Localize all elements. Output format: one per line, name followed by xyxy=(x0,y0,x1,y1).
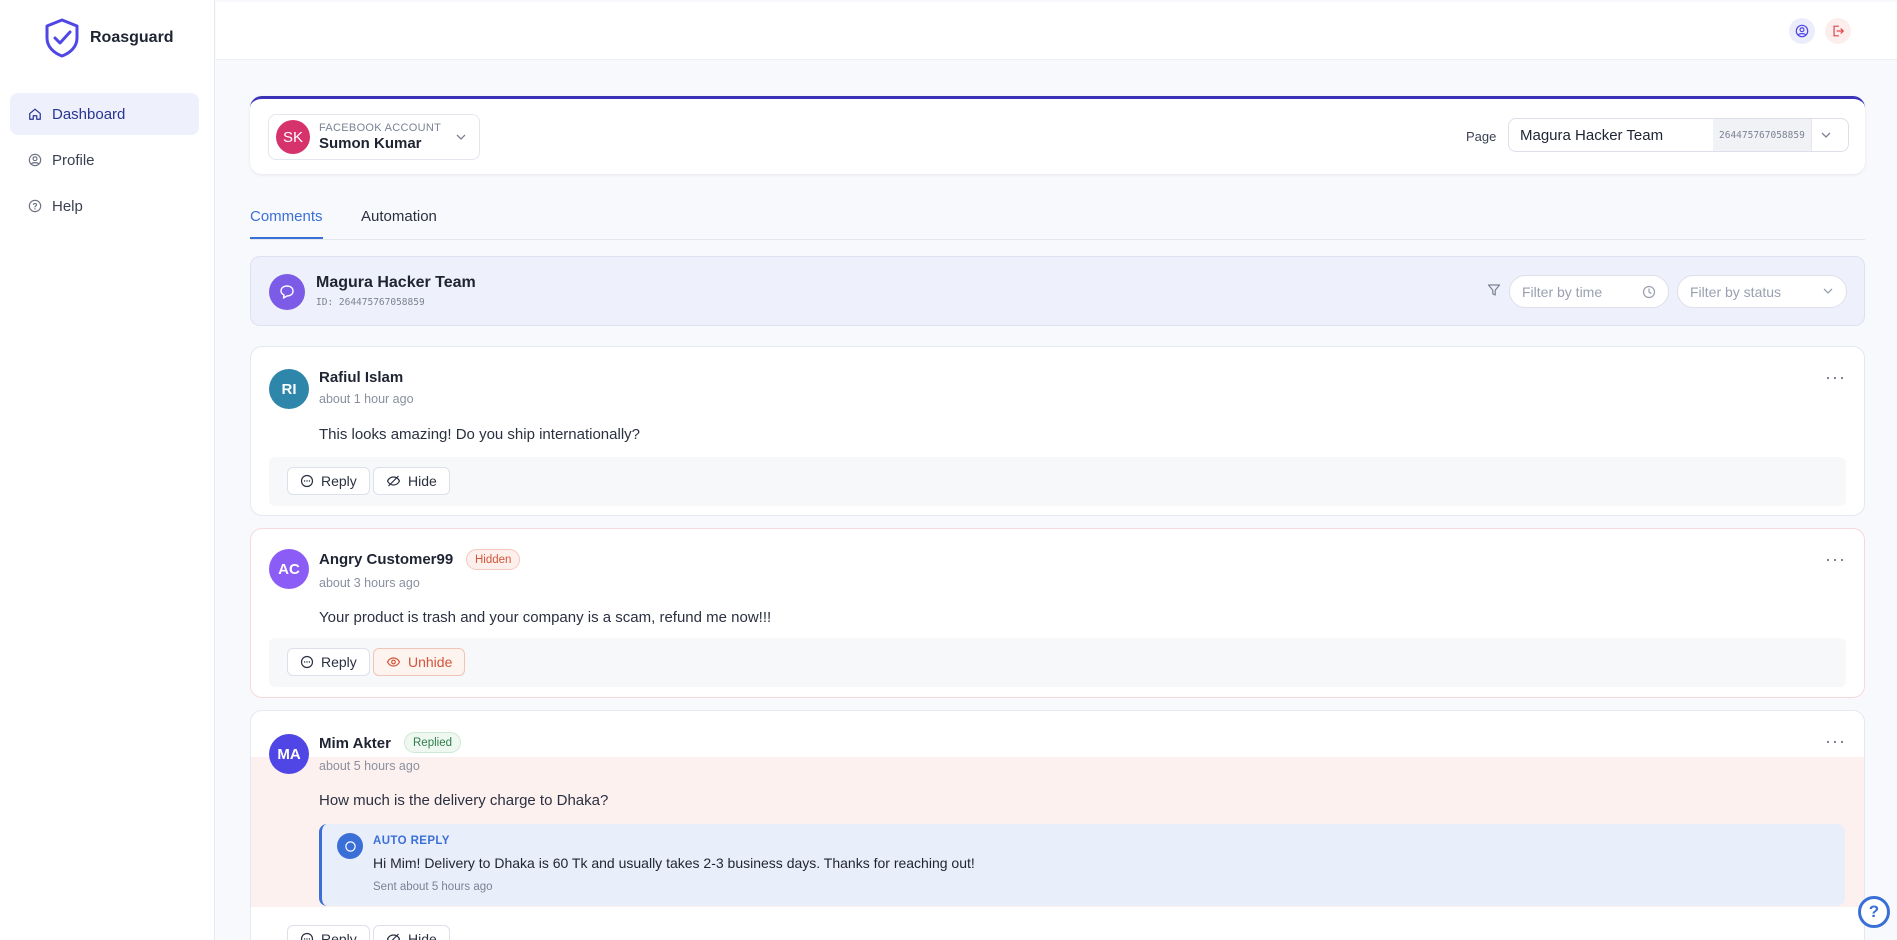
eye-icon xyxy=(386,657,401,667)
page-select-id: 264475767058859 xyxy=(1713,119,1811,151)
comment-card: AC Angry Customer99 Hidden about 3 hours… xyxy=(250,528,1865,698)
tab-comments[interactable]: Comments xyxy=(250,208,323,239)
hide-button-label: Hide xyxy=(408,931,437,940)
sidebar-item-profile[interactable]: Profile xyxy=(10,139,199,181)
auto-reply-text: Hi Mim! Delivery to Dhaka is 60 Tk and u… xyxy=(373,855,975,871)
filter-icon xyxy=(1487,284,1501,296)
user-circle-icon xyxy=(28,153,42,167)
auto-reply-icon xyxy=(337,833,363,859)
sidebar: Roasguard Dashboard Profile Help xyxy=(0,0,215,940)
page-select-chevron xyxy=(1810,119,1841,151)
comment-card: MA Mim Akter Replied about 5 hours ago ·… xyxy=(250,710,1865,940)
message-circle-icon xyxy=(300,932,314,940)
status-badge: Replied xyxy=(404,732,461,753)
reply-button-label: Reply xyxy=(321,654,357,670)
chevron-down-icon xyxy=(1823,288,1833,294)
sidebar-item-dashboard[interactable]: Dashboard xyxy=(10,93,199,135)
page-avatar xyxy=(269,274,305,310)
sidebar-item-help[interactable]: Help xyxy=(10,185,199,227)
sidebar-item-label: Dashboard xyxy=(52,105,126,123)
user-account-button[interactable] xyxy=(1789,18,1815,44)
page-header-id: ID: 264475767058859 xyxy=(316,297,425,308)
logout-icon xyxy=(1833,25,1844,37)
shield-check-icon xyxy=(45,18,79,58)
comment-actions: Reply Unhide xyxy=(269,638,1846,687)
message-circle-icon xyxy=(300,655,314,669)
comment-time: about 5 hours ago xyxy=(319,759,420,773)
chat-bubble-icon xyxy=(344,840,356,852)
filter-by-status-placeholder: Filter by status xyxy=(1690,283,1782,300)
brand[interactable]: Roasguard xyxy=(44,18,174,58)
message-circle-icon xyxy=(300,474,314,488)
tabs: Comments Automation xyxy=(250,203,1865,240)
eye-off-icon xyxy=(386,475,401,487)
chevron-down-icon xyxy=(456,134,466,140)
sidebar-item-label: Help xyxy=(52,197,83,215)
page-select[interactable]: Magura Hacker Team 264475767058859 xyxy=(1508,118,1849,152)
more-options-button[interactable]: ··· xyxy=(1825,367,1846,388)
hide-button[interactable]: Hide xyxy=(373,467,450,495)
facebook-account-select[interactable]: SK FACEBOOK ACCOUNT Sumon Kumar xyxy=(268,114,480,160)
help-circle-icon xyxy=(28,199,42,213)
unhide-button[interactable]: Unhide xyxy=(373,648,466,676)
comment-author[interactable]: Mim Akter xyxy=(319,735,391,752)
page-label: Page xyxy=(1466,129,1497,144)
account-name: Sumon Kumar xyxy=(319,135,422,152)
unhide-button-label: Unhide xyxy=(408,654,453,670)
comment-author[interactable]: Angry Customer99 xyxy=(319,551,453,568)
comment-time: about 3 hours ago xyxy=(319,576,420,590)
reply-button-label: Reply xyxy=(321,931,357,940)
comment-text: This looks amazing! Do you ship internat… xyxy=(319,426,640,443)
more-options-button[interactable]: ··· xyxy=(1825,731,1846,752)
page-header-name: Magura Hacker Team xyxy=(316,274,476,291)
auto-reply-label: AUTO REPLY xyxy=(373,835,450,847)
home-icon xyxy=(29,108,41,120)
user-circle-icon xyxy=(1795,24,1809,38)
reply-button[interactable]: Reply xyxy=(287,467,370,495)
account-label: FACEBOOK ACCOUNT xyxy=(319,122,442,134)
logout-button[interactable] xyxy=(1825,18,1851,44)
auto-reply-time: Sent about 5 hours ago xyxy=(373,881,493,893)
filter-by-time-placeholder: Filter by time xyxy=(1522,283,1603,300)
auto-reply-box: AUTO REPLY Hi Mim! Delivery to Dhaka is … xyxy=(319,824,1845,906)
comment-text: How much is the delivery charge to Dhaka… xyxy=(319,792,609,809)
clock-icon xyxy=(1642,285,1656,299)
status-badge: Hidden xyxy=(466,549,521,570)
sidebar-item-label: Profile xyxy=(52,151,95,169)
topbar xyxy=(216,2,1897,60)
filter-by-time-input[interactable]: Filter by time xyxy=(1509,275,1669,308)
comment-actions: Reply Hide xyxy=(269,915,1846,940)
avatar: AC xyxy=(269,549,309,589)
comment-actions: Reply Hide xyxy=(269,457,1846,506)
reply-button-label: Reply xyxy=(321,473,357,489)
reply-button[interactable]: Reply xyxy=(287,925,370,940)
account-text: FACEBOOK ACCOUNT Sumon Kumar xyxy=(319,122,441,152)
comment-card: RI Rafiul Islam about 1 hour ago ··· Thi… xyxy=(250,346,1865,516)
page-header: Magura Hacker Team ID: 264475767058859 F… xyxy=(250,256,1865,326)
hide-button-label: Hide xyxy=(408,473,437,489)
comment-time: about 1 hour ago xyxy=(319,392,414,406)
help-floating-button[interactable]: ? xyxy=(1858,896,1890,928)
tab-automation[interactable]: Automation xyxy=(361,208,437,237)
brand-name: Roasguard xyxy=(90,29,174,46)
chat-bubbles-icon xyxy=(280,285,294,299)
account-card: SK FACEBOOK ACCOUNT Sumon Kumar Page Mag… xyxy=(250,96,1865,174)
sidebar-nav: Dashboard Profile Help xyxy=(10,93,199,231)
comment-text: Your product is trash and your company i… xyxy=(319,609,772,626)
filter-by-status-select[interactable]: Filter by status xyxy=(1677,275,1847,308)
page-select-value: Magura Hacker Team xyxy=(1520,126,1664,144)
account-avatar: SK xyxy=(276,120,310,154)
avatar: MA xyxy=(269,734,309,774)
chevron-down-icon xyxy=(1821,132,1831,138)
comment-author[interactable]: Rafiul Islam xyxy=(319,369,403,386)
more-options-button[interactable]: ··· xyxy=(1825,549,1846,570)
hide-button[interactable]: Hide xyxy=(373,925,450,940)
eye-off-icon xyxy=(386,933,401,940)
reply-button[interactable]: Reply xyxy=(287,648,370,676)
avatar: RI xyxy=(269,369,309,409)
